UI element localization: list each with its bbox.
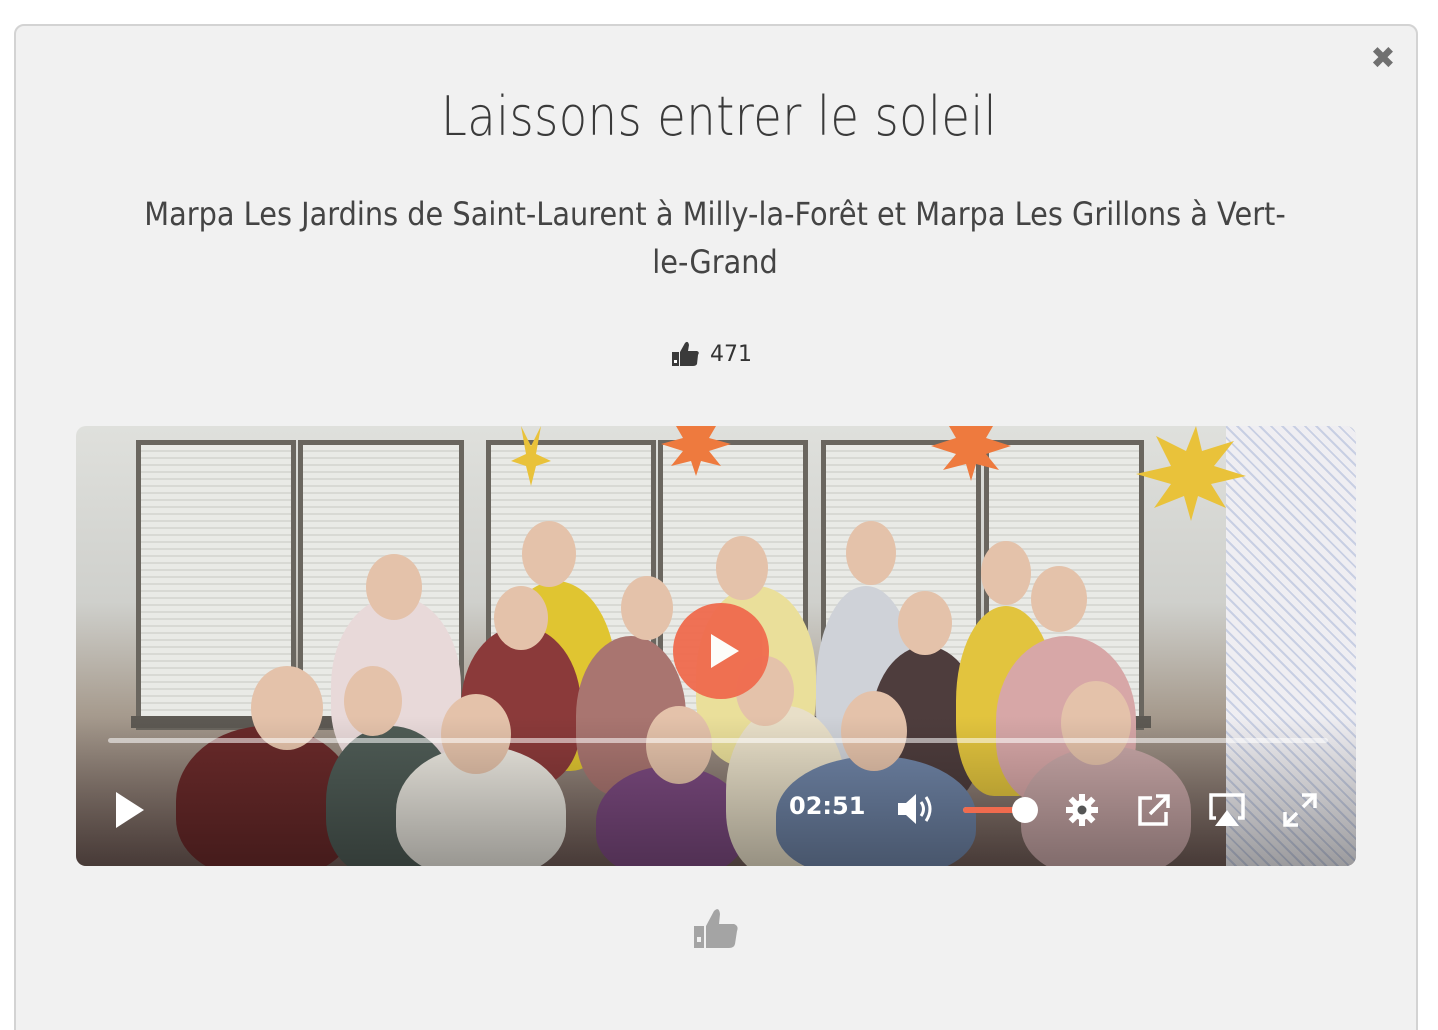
progress-bar[interactable] <box>108 738 1328 743</box>
thumbs-up-icon <box>672 341 699 366</box>
video-subtitle: Marpa Les Jardins de Saint-Laurent à Mil… <box>144 195 1286 281</box>
like-counter: 471 <box>670 336 752 372</box>
video-title: Laissons entrer le soleil <box>440 85 998 148</box>
external-link-icon[interactable] <box>1136 792 1172 828</box>
video-player[interactable]: 02:51 <box>76 426 1356 866</box>
volume-slider[interactable] <box>963 797 1038 823</box>
volume-knob[interactable] <box>1011 797 1038 823</box>
airplay-icon[interactable] <box>1208 792 1246 828</box>
volume-level <box>963 807 1018 813</box>
time-display: 02:51 <box>789 792 866 820</box>
fullscreen-icon[interactable] <box>1282 792 1318 828</box>
settings-icon[interactable] <box>1064 792 1100 828</box>
like-count: 471 <box>710 341 752 367</box>
volume-icon[interactable] <box>896 791 936 827</box>
play-icon[interactable] <box>112 790 146 830</box>
big-play-button[interactable] <box>673 603 769 699</box>
close-icon[interactable]: ✖ <box>1368 44 1398 74</box>
like-button[interactable] <box>692 906 740 950</box>
